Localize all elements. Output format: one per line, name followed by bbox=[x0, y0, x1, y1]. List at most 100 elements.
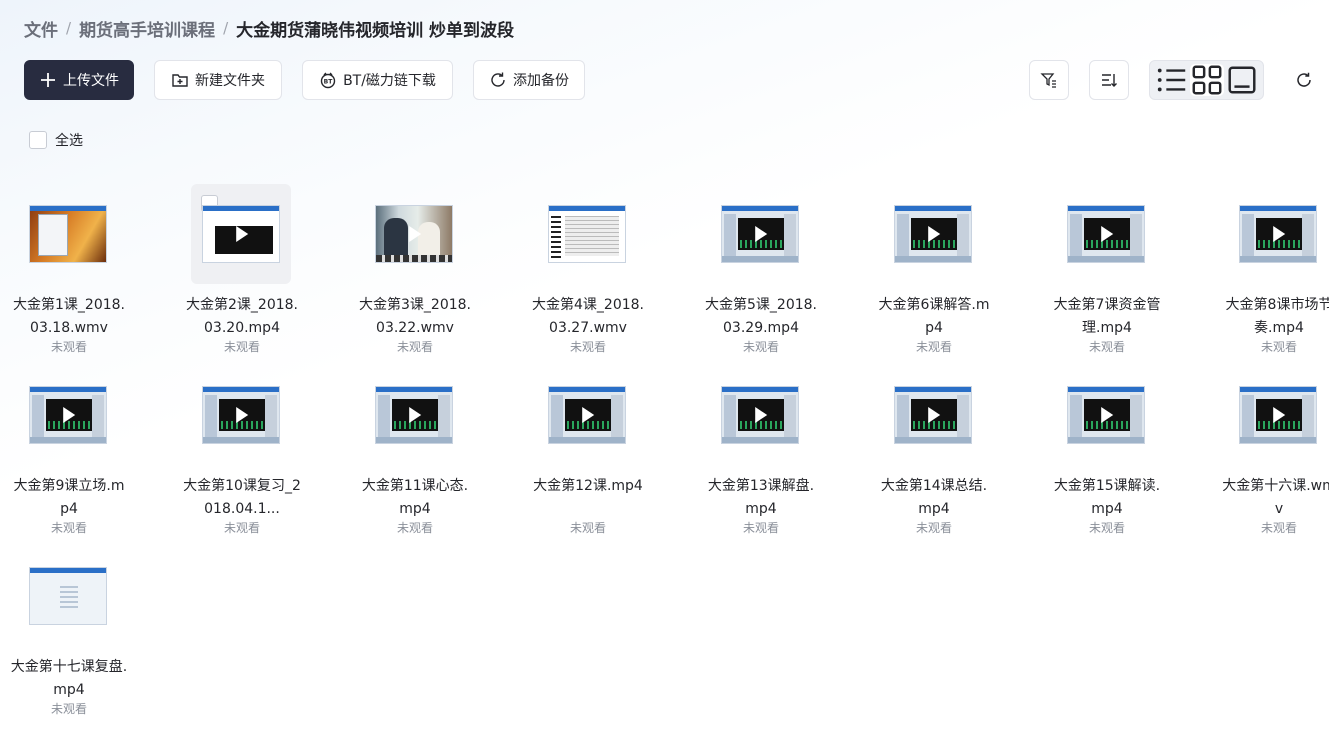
file-name[interactable]: 大金第5课_2018.03.29.mp4 bbox=[702, 294, 820, 340]
breadcrumb-separator: / bbox=[223, 19, 229, 37]
play-icon bbox=[755, 226, 768, 242]
list-view-icon bbox=[1157, 68, 1185, 92]
large-view-icon bbox=[1227, 66, 1256, 94]
breadcrumb-item-files[interactable]: 文件 bbox=[24, 16, 58, 41]
breadcrumb-separator: / bbox=[66, 19, 72, 37]
file-thumbnail[interactable] bbox=[1056, 365, 1156, 465]
filter-button[interactable] bbox=[1029, 60, 1069, 100]
file-item[interactable]: 大金第13课解盘.mp4 未观看 bbox=[708, 365, 814, 536]
play-icon bbox=[928, 226, 941, 242]
large-view-button[interactable] bbox=[1225, 64, 1259, 96]
file-item[interactable]: 大金第5课_2018.03.29.mp4 未观看 bbox=[705, 184, 817, 355]
file-status: 未观看 bbox=[396, 340, 433, 354]
breadcrumb-item-current: 大金期货蒲晓伟视频培训 炒单到波段 bbox=[236, 20, 515, 41]
file-item[interactable]: 大金第15课解读.mp4 未观看 bbox=[1054, 365, 1160, 536]
file-item[interactable]: 大金第14课总结.mp4 未观看 bbox=[881, 365, 987, 536]
file-name[interactable]: 大金第3课_2018.03.22.wmv bbox=[356, 294, 474, 340]
file-item[interactable]: 大金第十六课.wmv 未观看 bbox=[1222, 365, 1329, 536]
file-name[interactable]: 大金第4课_2018.03.27.wmv bbox=[529, 294, 647, 340]
play-icon bbox=[1101, 226, 1114, 242]
grid-view-button[interactable] bbox=[1189, 64, 1224, 96]
file-item[interactable]: 大金第10课复习_2018.04.1... 未观看 bbox=[183, 365, 301, 536]
file-thumbnail[interactable] bbox=[1228, 184, 1328, 284]
file-thumbnail[interactable] bbox=[537, 365, 637, 465]
video-thumbnail bbox=[548, 205, 626, 263]
video-thumbnail bbox=[29, 205, 107, 263]
bt-download-button[interactable]: BT BT/磁力链下载 bbox=[302, 60, 453, 100]
file-item[interactable]: 大金第8课市场节奏.mp4 未观看 bbox=[1226, 184, 1329, 355]
new-folder-button[interactable]: 新建文件夹 bbox=[154, 60, 282, 100]
file-thumbnail[interactable] bbox=[883, 184, 983, 284]
file-item[interactable]: 大金第6课解答.mp4 未观看 bbox=[879, 184, 990, 355]
video-thumbnail bbox=[375, 386, 453, 444]
upload-button[interactable]: 上传文件 bbox=[24, 60, 134, 100]
backup-sync-icon bbox=[491, 72, 505, 87]
file-item[interactable]: 大金第十七课复盘.mp4 未观看 bbox=[11, 546, 127, 717]
file-name[interactable]: 大金第2课_2018.03.20.mp4 bbox=[183, 294, 301, 340]
file-name[interactable]: 大金第6课解答.mp4 bbox=[875, 294, 993, 340]
file-name[interactable]: 大金第10课复习_2018.04.1... bbox=[183, 475, 301, 521]
file-name[interactable]: 大金第12课.mp4 bbox=[529, 475, 647, 521]
file-thumbnail[interactable] bbox=[191, 184, 291, 284]
file-item[interactable]: 大金第4课_2018.03.27.wmv 未观看 bbox=[532, 184, 644, 355]
file-thumbnail[interactable] bbox=[710, 365, 810, 465]
video-thumbnail bbox=[1067, 205, 1145, 263]
add-backup-button[interactable]: 添加备份 bbox=[473, 60, 585, 100]
refresh-icon bbox=[1297, 72, 1311, 87]
file-status: 未观看 bbox=[1260, 340, 1297, 354]
bt-download-label: BT/磁力链下载 bbox=[343, 73, 436, 89]
file-thumbnail[interactable] bbox=[1228, 365, 1328, 465]
select-all-label: 全选 bbox=[55, 133, 83, 149]
file-thumbnail[interactable] bbox=[1056, 184, 1156, 284]
add-backup-label: 添加备份 bbox=[513, 73, 569, 89]
file-name[interactable]: 大金第9课立场.mp4 bbox=[10, 475, 128, 521]
file-name[interactable]: 大金第15课解读.mp4 bbox=[1048, 475, 1166, 521]
file-item[interactable]: 大金第11课心态.mp4 未观看 bbox=[362, 365, 468, 536]
file-name[interactable]: 大金第十六课.wmv bbox=[1220, 475, 1329, 521]
select-all[interactable]: 全选 bbox=[29, 130, 83, 150]
file-name[interactable]: 大金第13课解盘.mp4 bbox=[702, 475, 820, 521]
breadcrumb: 文件 / 期货高手培训课程 / 大金期货蒲晓伟视频培训 炒单到波段 bbox=[24, 16, 515, 41]
folder-plus-icon bbox=[172, 74, 188, 87]
file-status: 未观看 bbox=[742, 521, 779, 535]
play-icon bbox=[1273, 407, 1286, 423]
file-thumbnail[interactable] bbox=[18, 365, 118, 465]
file-status: 未观看 bbox=[742, 340, 779, 354]
view-switcher bbox=[1149, 60, 1264, 100]
file-status: 未观看 bbox=[1260, 521, 1297, 535]
file-thumbnail[interactable] bbox=[18, 184, 118, 284]
file-name[interactable]: 大金第十七课复盘.mp4 bbox=[10, 656, 128, 702]
play-icon bbox=[928, 407, 941, 423]
file-name[interactable]: 大金第1课_2018.03.18.wmv bbox=[10, 294, 128, 340]
video-thumbnail bbox=[721, 205, 799, 263]
refresh-button[interactable] bbox=[1284, 60, 1324, 100]
play-icon bbox=[1101, 407, 1114, 423]
video-thumbnail bbox=[1239, 386, 1317, 444]
file-name[interactable]: 大金第7课资金管理.mp4 bbox=[1048, 294, 1166, 340]
file-item[interactable]: 大金第3课_2018.03.22.wmv 未观看 bbox=[359, 184, 471, 355]
video-thumbnail bbox=[29, 567, 107, 625]
file-item[interactable]: 大金第9课立场.mp4 未观看 bbox=[14, 365, 125, 536]
file-item[interactable]: 大金第7课资金管理.mp4 未观看 bbox=[1054, 184, 1160, 355]
video-thumbnail bbox=[548, 386, 626, 444]
select-all-checkbox[interactable] bbox=[29, 131, 47, 149]
sort-button[interactable] bbox=[1089, 60, 1129, 100]
file-thumbnail[interactable] bbox=[710, 184, 810, 284]
file-thumbnail[interactable] bbox=[18, 546, 118, 646]
file-thumbnail[interactable] bbox=[364, 365, 464, 465]
file-item[interactable]: 大金第12课.mp4 未观看 bbox=[533, 365, 643, 536]
file-item[interactable]: 大金第1课_2018.03.18.wmv 未观看 bbox=[13, 184, 125, 355]
file-item[interactable]: 大金第2课_2018.03.20.mp4 未观看 bbox=[186, 184, 298, 355]
file-name[interactable]: 大金第11课心态.mp4 bbox=[356, 475, 474, 521]
file-status: 未观看 bbox=[915, 521, 952, 535]
breadcrumb-item-course[interactable]: 期货高手培训课程 bbox=[79, 16, 215, 41]
file-status: 未观看 bbox=[50, 702, 87, 716]
file-name[interactable]: 大金第14课总结.mp4 bbox=[875, 475, 993, 521]
file-thumbnail[interactable] bbox=[537, 184, 637, 284]
new-folder-label: 新建文件夹 bbox=[195, 73, 265, 89]
file-thumbnail[interactable] bbox=[883, 365, 983, 465]
file-thumbnail[interactable] bbox=[191, 365, 291, 465]
file-thumbnail[interactable] bbox=[364, 184, 464, 284]
file-name[interactable]: 大金第8课市场节奏.mp4 bbox=[1220, 294, 1329, 340]
list-view-button[interactable] bbox=[1155, 64, 1189, 96]
